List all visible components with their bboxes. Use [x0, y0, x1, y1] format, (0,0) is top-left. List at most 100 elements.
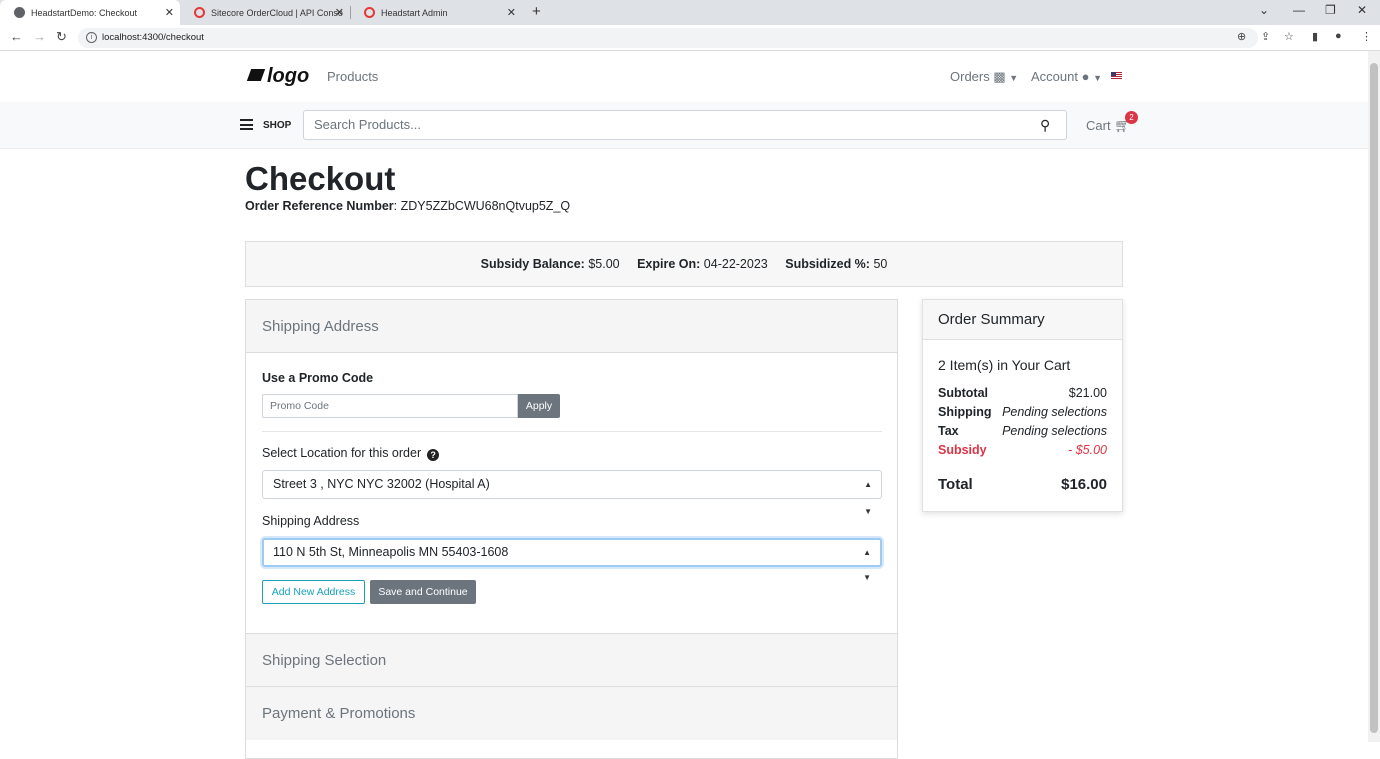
user-circle-icon: ● — [1081, 69, 1090, 84]
url-text: localhost:4300/checkout — [102, 32, 204, 43]
scrollbar-thumb[interactable] — [1370, 63, 1378, 733]
promo-code-label: Use a Promo Code — [262, 371, 374, 385]
shipping-address-select[interactable]: 110 N 5th St, Minneapolis MN 55403-1608 … — [262, 538, 882, 582]
back-icon[interactable]: ← — [10, 29, 23, 44]
boxes-icon: ▩ — [993, 69, 1006, 84]
subsidy-balance-label: Subsidy Balance: — [480, 257, 585, 271]
page-title: Checkout — [245, 160, 396, 197]
restore-icon[interactable]: ❐ — [1325, 3, 1336, 17]
close-icon[interactable]: ✕ — [335, 6, 344, 19]
shipping-address-header[interactable]: Shipping Address — [246, 300, 897, 353]
share-icon[interactable]: ⇪ — [1261, 30, 1270, 43]
account-menu[interactable]: Account ● ▼ — [1031, 69, 1102, 84]
help-icon[interactable]: ? — [427, 449, 440, 461]
shipping-value: Pending selections — [1002, 405, 1107, 419]
browser-toolbar: ← → ↻ i localhost:4300/checkout ⊕ ⇪ ☆ ▮ … — [0, 25, 1380, 51]
ordercloud-icon — [364, 7, 375, 18]
info-icon[interactable]: i — [86, 32, 97, 43]
save-and-continue-button[interactable]: Save and Continue — [370, 580, 476, 604]
location-label: Select Location for this order? — [262, 446, 440, 461]
tab-title: Sitecore OrderCloud | API Conso — [211, 7, 343, 18]
zoom-icon[interactable]: ⊕ — [1237, 30, 1246, 43]
tax-value: Pending selections — [1002, 424, 1107, 438]
subtotal-value: $21.00 — [1068, 386, 1107, 400]
reload-icon[interactable]: ↻ — [56, 29, 67, 45]
subsidy-banner: Subsidy Balance: $5.00 Expire On: 04-22-… — [245, 241, 1123, 287]
select-caret-icon: ▲ ▼ — [864, 480, 872, 516]
total-value: $16.00 — [1061, 476, 1107, 493]
address-bar[interactable]: i localhost:4300/checkout — [78, 28, 1258, 48]
subsidy-value: - $5.00 — [1068, 443, 1107, 457]
site-logo[interactable]: logo — [246, 65, 310, 88]
order-ref-label: Order Reference Number — [245, 199, 394, 213]
shipping-label: Shipping — [938, 405, 992, 419]
shipping-address-label: Shipping Address — [262, 514, 360, 528]
browser-tabstrip: HeadstartDemo: Checkout ✕ Sitecore Order… — [0, 0, 1380, 25]
browser-tab-admin[interactable]: Headstart Admin ✕ — [350, 0, 522, 25]
close-icon[interactable]: ✕ — [507, 6, 516, 19]
total-label: Total — [938, 476, 973, 493]
subsidized-pct-value: 50 — [873, 257, 888, 271]
us-flag-icon[interactable] — [1111, 72, 1122, 80]
nav-products-link[interactable]: Products — [327, 69, 378, 84]
subtotal-label: Subtotal — [938, 386, 988, 400]
add-new-address-button[interactable]: Add New Address — [262, 580, 365, 604]
chevron-down-icon: ▼ — [1093, 73, 1103, 83]
tab-title: HeadstartDemo: Checkout — [31, 7, 138, 18]
search-icon[interactable]: ⚲ — [1040, 117, 1050, 134]
payment-promotions-header[interactable]: Payment & Promotions — [246, 686, 897, 740]
shop-menu-label[interactable]: SHOP — [263, 120, 291, 131]
checkout-card: Shipping Address Use a Promo Code Promo … — [245, 299, 898, 759]
forward-icon[interactable]: → — [33, 29, 46, 44]
tax-row: Tax Pending selections — [938, 424, 1107, 438]
order-summary-card: Order Summary 2 Item(s) in Your Cart Sub… — [922, 299, 1123, 512]
subsidy-label: Subsidy — [938, 443, 987, 457]
expire-value: 04-22-2023 — [703, 257, 768, 271]
subsidized-pct-label: Subsidized %: — [785, 257, 870, 271]
cart-link[interactable]: Cart 🛒︎ — [1086, 118, 1131, 134]
total-row: Total $16.00 — [938, 476, 1107, 493]
menu-kebab-icon[interactable]: ⋮ — [1361, 30, 1372, 43]
search-input[interactable]: Search Products... — [303, 110, 1067, 140]
cart-label: Cart — [1086, 118, 1111, 133]
logo-icon — [246, 69, 266, 81]
side-panel-icon[interactable]: ▮ — [1312, 30, 1318, 43]
subsidy-row: Subsidy - $5.00 — [938, 443, 1107, 457]
logo-text: logo — [267, 65, 310, 87]
select-caret-icon: ▲ ▼ — [863, 548, 871, 582]
orders-menu[interactable]: Orders ▩ ▼ — [950, 69, 1018, 85]
ordercloud-icon — [194, 7, 205, 18]
cart-item-count: 2 Item(s) in Your Cart — [938, 357, 1071, 373]
page-scrollbar[interactable] — [1368, 51, 1380, 742]
promo-code-input[interactable]: Promo Code — [262, 394, 518, 418]
shipping-selection-header[interactable]: Shipping Selection — [246, 633, 897, 687]
tab-search-icon[interactable]: ⌄ — [1259, 3, 1269, 17]
shipping-row: Shipping Pending selections — [938, 405, 1107, 419]
globe-icon — [14, 7, 25, 18]
shipping-address-selected-value: 110 N 5th St, Minneapolis MN 55403-1608 — [273, 545, 509, 559]
chevron-down-icon: ▼ — [1009, 73, 1019, 83]
expire-label: Expire On: — [637, 257, 701, 271]
tab-title: Headstart Admin — [381, 7, 448, 18]
close-window-icon[interactable]: ✕ — [1357, 3, 1367, 17]
new-tab-button[interactable]: + — [532, 3, 541, 20]
profile-icon[interactable]: ● — [1335, 30, 1342, 42]
subtotal-row: Subtotal $21.00 — [938, 386, 1107, 400]
tax-label: Tax — [938, 424, 959, 438]
location-select[interactable]: Street 3 , NYC NYC 32002 (Hospital A) ▲ ▼ — [262, 470, 882, 516]
account-label: Account — [1031, 69, 1078, 84]
close-icon[interactable]: ✕ — [165, 6, 174, 19]
order-ref-value: : ZDY5ZZbCWU68nQtvup5Z_Q — [393, 199, 571, 213]
hamburger-menu-icon[interactable] — [240, 119, 253, 130]
cart-count-badge: 2 — [1125, 111, 1138, 124]
browser-tab-ordercloud[interactable]: Sitecore OrderCloud | API Conso ✕ — [180, 0, 350, 25]
apply-promo-button[interactable]: Apply — [518, 394, 560, 418]
minimize-icon[interactable]: — — [1293, 3, 1305, 17]
divider — [262, 431, 882, 432]
location-selected-value: Street 3 , NYC NYC 32002 (Hospital A) — [273, 477, 490, 491]
bookmark-star-icon[interactable]: ☆ — [1284, 30, 1294, 43]
subsidy-balance-value: $5.00 — [588, 257, 620, 271]
browser-tab-checkout[interactable]: HeadstartDemo: Checkout ✕ — [0, 0, 180, 25]
orders-label: Orders — [950, 69, 990, 84]
location-label-text: Select Location for this order — [262, 446, 422, 460]
